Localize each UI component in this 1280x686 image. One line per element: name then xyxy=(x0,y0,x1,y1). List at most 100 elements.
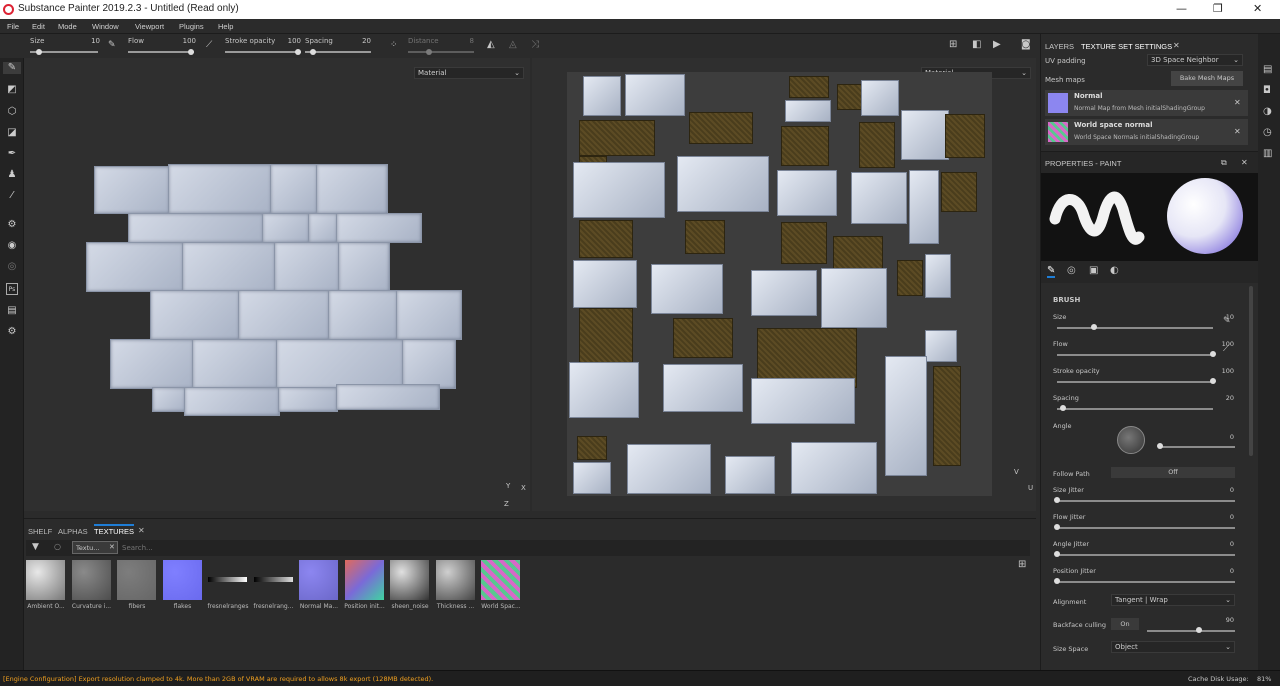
viewport-3d-channel-dropdown[interactable]: Material ⌄ xyxy=(414,67,524,79)
chip-close-icon[interactable]: ✕ xyxy=(109,543,115,551)
mesh-map-normal[interactable]: Normal Normal Map from Mesh initialShadi… xyxy=(1045,90,1248,116)
pen-pressure-flow-icon[interactable]: ⟋ xyxy=(1223,344,1229,354)
brush-slider-track[interactable] xyxy=(1057,408,1213,410)
bake-icon[interactable]: ⚙ xyxy=(6,219,18,231)
circle-icon[interactable]: ○ xyxy=(54,542,61,551)
projection-tool-icon[interactable]: ⬡ xyxy=(6,106,18,118)
texture-thumbnail[interactable] xyxy=(26,560,65,600)
texture-thumbnail[interactable] xyxy=(435,560,475,600)
pen-pressure-size-icon[interactable]: ✎ xyxy=(1223,316,1231,326)
brush-tab-icon[interactable]: ✎ xyxy=(1047,265,1056,278)
plugins-icon[interactable]: ⚙ xyxy=(6,326,18,338)
flow-track[interactable] xyxy=(128,51,194,53)
stencil-tab-icon[interactable]: ▣ xyxy=(1089,265,1098,276)
angle-knob[interactable] xyxy=(1157,443,1163,449)
texture-set-list-icon[interactable]: ▤ xyxy=(1263,64,1272,75)
size-knob[interactable] xyxy=(36,49,43,55)
jitter-knob[interactable] xyxy=(1054,551,1060,557)
texture-thumbnail[interactable] xyxy=(253,560,293,600)
viewport-3d[interactable]: Material ⌄ Y X Z xyxy=(24,58,530,511)
jitter-track[interactable] xyxy=(1057,554,1235,556)
tab-shelf[interactable]: SHELF xyxy=(28,527,52,536)
photoshop-export-icon[interactable]: Ps xyxy=(6,283,18,295)
stroke-opacity-knob[interactable] xyxy=(295,49,301,55)
material-tab-icon[interactable]: ◐ xyxy=(1110,265,1119,276)
brush-slider-knob[interactable] xyxy=(1091,324,1098,330)
stroke-opacity-track[interactable] xyxy=(225,51,301,53)
projection-icon[interactable]: ⤨ xyxy=(531,39,539,50)
brush-slider-knob[interactable] xyxy=(1210,351,1216,357)
uv-layout[interactable] xyxy=(567,72,992,496)
backface-knob[interactable] xyxy=(1196,627,1203,633)
tab-layers[interactable]: LAYERS xyxy=(1045,42,1074,51)
log-icon[interactable]: ▥ xyxy=(1263,148,1272,159)
render-icon[interactable]: ◉ xyxy=(6,240,18,252)
flow-knob[interactable] xyxy=(188,49,194,55)
eraser-icon[interactable]: ◩ xyxy=(6,84,18,96)
size-space-dropdown[interactable]: Object ⌄ xyxy=(1111,641,1235,653)
symmetry-icon[interactable]: ◭ xyxy=(487,39,495,50)
flow-slider[interactable]: Flow 100 xyxy=(128,34,196,58)
shelf-search-input[interactable] xyxy=(122,541,322,554)
remove-map-icon[interactable]: ✕ xyxy=(1234,127,1241,136)
menu-mode[interactable]: Mode xyxy=(58,22,77,31)
menu-edit[interactable]: Edit xyxy=(32,22,45,31)
uv-padding-dropdown[interactable]: 3D Space Neighbor ⌄ xyxy=(1147,54,1243,66)
texture-thumbnail[interactable] xyxy=(208,560,247,600)
display-settings-icon[interactable]: ◘ xyxy=(1263,85,1271,96)
jitter-track[interactable] xyxy=(1057,581,1235,583)
camera-video-icon[interactable]: ▶ xyxy=(993,39,1001,50)
texture-thumbnail[interactable] xyxy=(71,560,111,600)
texture-thumbnail[interactable] xyxy=(344,560,384,600)
color-picker-icon[interactable]: ⁄ xyxy=(6,190,18,202)
texture-thumbnail[interactable] xyxy=(117,560,156,600)
clone-stamp-icon[interactable]: ♟ xyxy=(6,169,18,181)
bake-mesh-maps-button[interactable]: Bake Mesh Maps xyxy=(1171,71,1243,86)
jitter-track[interactable] xyxy=(1057,527,1235,529)
brush-slider-track[interactable] xyxy=(1057,354,1213,356)
menu-plugins[interactable]: Plugins xyxy=(179,22,204,31)
close-panel-icon[interactable]: ✕ xyxy=(1173,41,1180,50)
texture-thumbnail[interactable] xyxy=(390,560,429,600)
texture-thumbnail[interactable] xyxy=(162,560,202,600)
shader-settings-icon[interactable]: ◑ xyxy=(1263,106,1272,117)
tab-alphas[interactable]: ALPHAS xyxy=(58,527,88,536)
brush-slider-track[interactable] xyxy=(1057,327,1213,329)
close-button[interactable]: ✕ xyxy=(1253,2,1262,15)
filter-icon[interactable]: ▼ xyxy=(32,542,39,552)
menu-viewport[interactable]: Viewport xyxy=(135,22,164,31)
jitter-track[interactable] xyxy=(1057,500,1235,502)
stroke-opacity-slider[interactable]: Stroke opacity 100 xyxy=(225,34,301,58)
spacing-knob[interactable] xyxy=(309,49,316,55)
tab-texture-set-settings[interactable]: TEXTURE SET SETTINGS xyxy=(1081,42,1172,51)
maximize-button[interactable]: ❐ xyxy=(1213,2,1223,15)
alignment-dropdown[interactable]: Tangent | Wrap ⌄ xyxy=(1111,594,1235,606)
grid-view-icon[interactable]: ⊞ xyxy=(1018,559,1026,570)
close-properties-icon[interactable]: ✕ xyxy=(1241,158,1248,167)
view-mode-icon[interactable]: ⊞ xyxy=(949,39,957,50)
jitter-knob[interactable] xyxy=(1054,578,1060,584)
angle-track[interactable] xyxy=(1159,446,1235,448)
polygon-fill-icon[interactable]: ◪ xyxy=(6,127,18,139)
backface-track[interactable] xyxy=(1147,630,1235,632)
screenshot-camera-icon[interactable]: ◙ xyxy=(1021,39,1031,50)
alpha-tab-icon[interactable]: ◎ xyxy=(1067,265,1076,276)
mesh-map-world-space-normal[interactable]: World space normal World Space Normals i… xyxy=(1045,119,1248,145)
spacing-slider[interactable]: Spacing 20 xyxy=(305,34,371,58)
pen-icon[interactable]: ⟋ xyxy=(206,40,212,50)
texture-thumbnail[interactable] xyxy=(481,560,520,600)
lazy-mouse-icon[interactable]: ⁘ xyxy=(390,40,398,50)
iray-icon[interactable]: ◎ xyxy=(6,261,18,273)
properties-scrollbar[interactable] xyxy=(1249,286,1253,456)
export-icon[interactable]: ▤ xyxy=(6,305,18,317)
backface-culling-toggle[interactable]: On xyxy=(1111,618,1139,630)
remove-map-icon[interactable]: ✕ xyxy=(1234,98,1241,107)
pen-pressure-icon[interactable]: ✎ xyxy=(108,40,116,50)
menu-window[interactable]: Window xyxy=(92,22,119,31)
history-icon[interactable]: ◷ xyxy=(1263,127,1272,138)
smudge-icon[interactable]: ✒ xyxy=(6,148,18,160)
close-tab-icon[interactable]: ✕ xyxy=(138,526,145,535)
menu-file[interactable]: File xyxy=(7,22,19,31)
paint-brush-icon[interactable]: ✎ xyxy=(3,62,21,74)
minimize-button[interactable]: — xyxy=(1176,2,1187,15)
